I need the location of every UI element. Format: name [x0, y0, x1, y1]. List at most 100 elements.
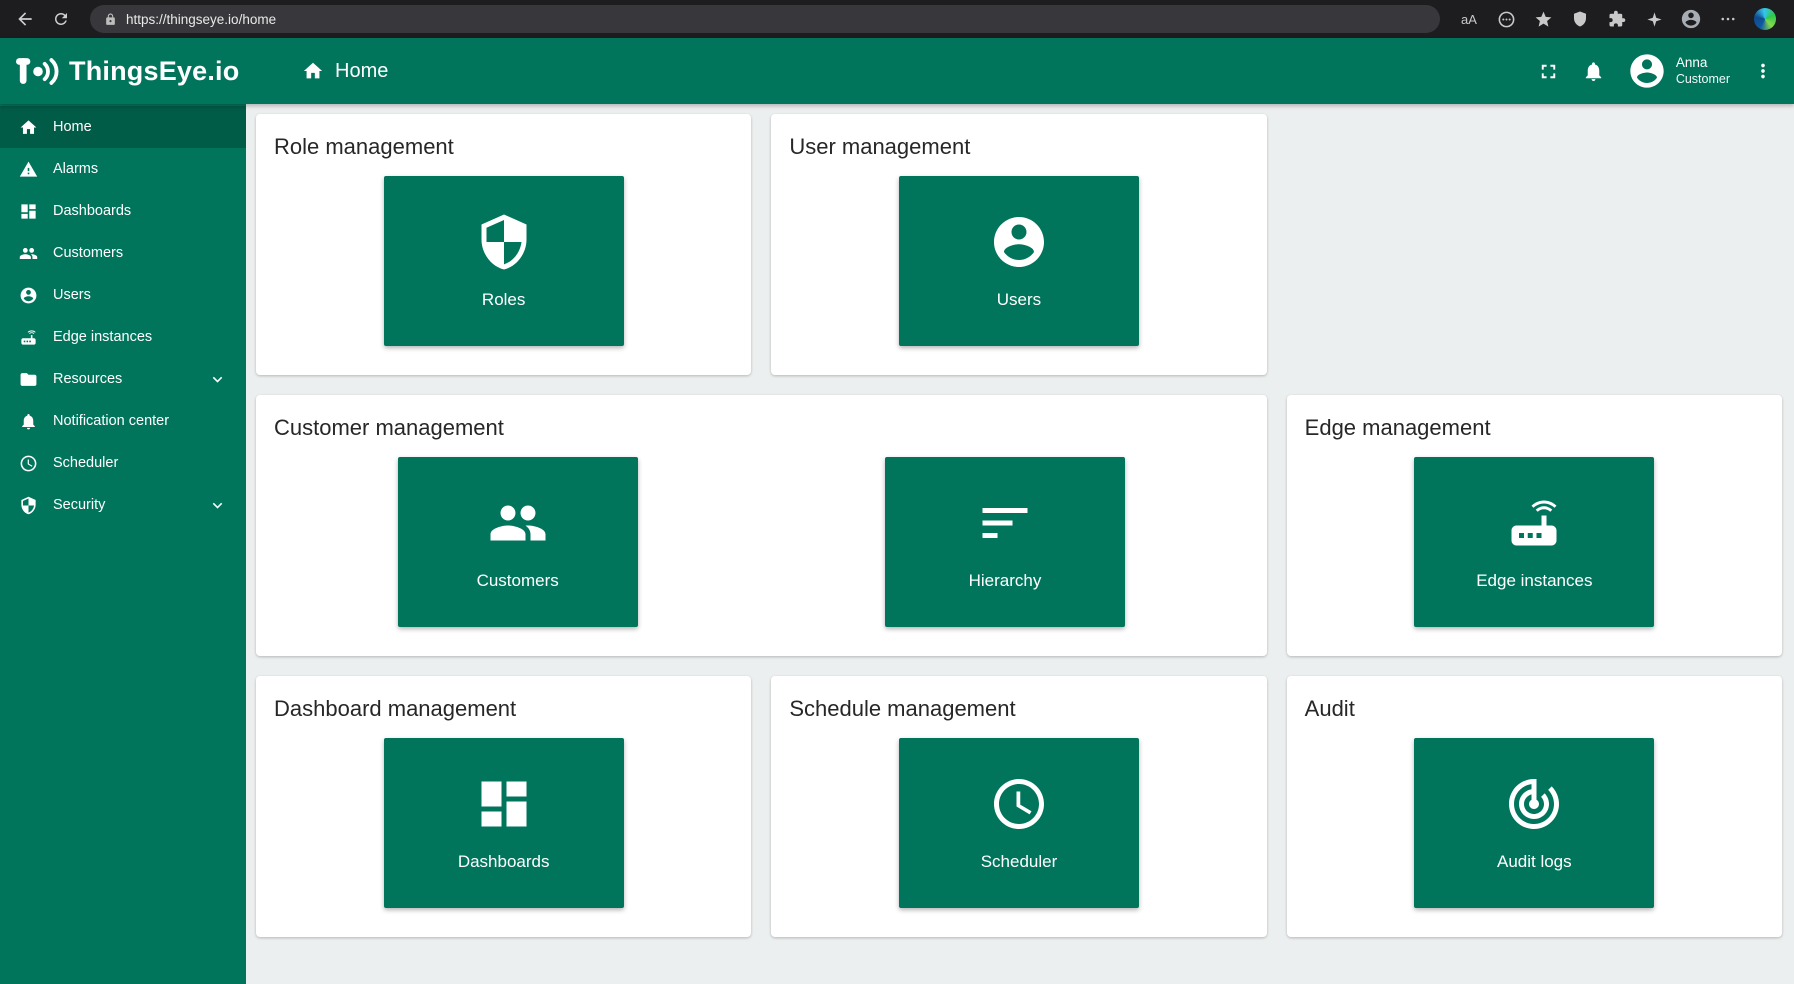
tile-label: Audit logs [1497, 852, 1572, 872]
sidebar-item-resources[interactable]: Resources [0, 358, 246, 400]
main-content: Role management Roles User management Us… [246, 104, 1794, 984]
extension-icon-2[interactable] [1639, 4, 1669, 34]
sidebar-item-label: Users [53, 287, 91, 303]
card-title: Dashboard management [274, 696, 733, 722]
sidebar-item-label: Alarms [53, 161, 98, 177]
tile-customers[interactable]: Customers [398, 457, 638, 627]
notifications-bell-icon[interactable] [1582, 60, 1605, 83]
tile-label: Hierarchy [969, 571, 1042, 591]
url-bar[interactable]: https://thingseye.io/home [90, 5, 1440, 33]
sidebar-item-label: Scheduler [53, 455, 118, 471]
sidebar-item-label: Edge instances [53, 329, 152, 345]
shield-half-icon [474, 212, 534, 272]
sidebar-item-users[interactable]: Users [0, 274, 246, 316]
card-title: Role management [274, 134, 733, 160]
user-avatar [1627, 51, 1667, 91]
sidebar-item-label: Customers [53, 245, 123, 261]
hierarchy-icon [975, 493, 1035, 553]
favorites-star-icon[interactable] [1528, 4, 1558, 34]
more-vert-icon[interactable] [1752, 60, 1774, 82]
clock-icon [19, 454, 38, 473]
sidebar: Home Alarms Dashboards Customers Users E… [0, 104, 246, 984]
tile-label: Roles [482, 290, 525, 310]
router-icon [19, 328, 38, 347]
card-title: Schedule management [789, 696, 1248, 722]
card-role-management: Role management Roles [256, 114, 751, 375]
warning-icon [19, 160, 38, 179]
card-audit: Audit Audit logs [1287, 676, 1782, 937]
page-title: Home [335, 60, 388, 83]
fullscreen-icon[interactable] [1537, 60, 1560, 83]
tile-label: Scheduler [981, 852, 1058, 872]
card-title: Customer management [274, 415, 1249, 441]
clock-icon [989, 774, 1049, 834]
user-role: Customer [1676, 72, 1730, 88]
router-icon [1504, 493, 1564, 553]
dashboard-icon [19, 202, 38, 221]
tile-roles[interactable]: Roles [384, 176, 624, 346]
header-actions: Anna Customer [1537, 51, 1794, 91]
card-edge-management: Edge management Edge instances [1287, 395, 1782, 656]
tile-label: Edge instances [1476, 571, 1592, 591]
browser-toolbar-icons: aA [1454, 4, 1784, 34]
card-dashboard-management: Dashboard management Dashboards [256, 676, 751, 937]
sidebar-item-notification-center[interactable]: Notification center [0, 400, 246, 442]
chevron-down-icon[interactable] [208, 496, 227, 515]
text-size-icon[interactable]: aA [1454, 4, 1484, 34]
sidebar-item-customers[interactable]: Customers [0, 232, 246, 274]
people-icon [19, 244, 38, 263]
app-header: ThingsEye.io Home Anna Customer [0, 38, 1794, 104]
breadcrumb: Home [302, 60, 388, 83]
people-icon [488, 493, 548, 553]
card-grid: Role management Roles User management Us… [256, 114, 1782, 937]
person-circle-icon [19, 286, 38, 305]
card-title: User management [789, 134, 1248, 160]
home-icon [302, 60, 324, 82]
tile-audit-logs[interactable]: Audit logs [1414, 738, 1654, 908]
shield-icon [19, 496, 38, 515]
thingseye-logo-icon [16, 57, 60, 86]
browser-essentials-icon[interactable] [1565, 4, 1595, 34]
tile-label: Customers [477, 571, 559, 591]
card-title: Edge management [1305, 415, 1764, 441]
tile-scheduler[interactable]: Scheduler [899, 738, 1139, 908]
tile-users[interactable]: Users [899, 176, 1139, 346]
sidebar-item-security[interactable]: Security [0, 484, 246, 526]
sidebar-item-label: Notification center [53, 413, 169, 429]
edge-logo[interactable] [1750, 4, 1780, 34]
browser-menu-icon[interactable] [1713, 4, 1743, 34]
person-circle-icon [989, 212, 1049, 272]
chevron-down-icon[interactable] [208, 370, 227, 389]
back-button[interactable] [10, 4, 40, 34]
bell-icon [19, 412, 38, 431]
browser-profile-avatar[interactable] [1676, 4, 1706, 34]
tile-label: Dashboards [458, 852, 550, 872]
site-security-lock-icon[interactable] [104, 13, 117, 26]
tile-dashboards[interactable]: Dashboards [384, 738, 624, 908]
extension-icon-1[interactable] [1602, 4, 1632, 34]
sidebar-item-label: Home [53, 119, 92, 135]
brand-logo[interactable]: ThingsEye.io [0, 56, 262, 87]
sidebar-item-dashboards[interactable]: Dashboards [0, 190, 246, 232]
sidebar-item-label: Dashboards [53, 203, 131, 219]
tile-label: Users [997, 290, 1041, 310]
refresh-button[interactable] [46, 4, 76, 34]
home-icon [19, 118, 38, 137]
card-schedule-management: Schedule management Scheduler [771, 676, 1266, 937]
brand-name: ThingsEye.io [69, 56, 239, 87]
card-title: Audit [1305, 696, 1764, 722]
url-text: https://thingseye.io/home [126, 12, 276, 27]
user-menu[interactable]: Anna Customer [1627, 51, 1730, 91]
tile-edge-instances[interactable]: Edge instances [1414, 457, 1654, 627]
sidebar-item-scheduler[interactable]: Scheduler [0, 442, 246, 484]
sidebar-item-label: Security [53, 497, 105, 513]
card-user-management: User management Users [771, 114, 1266, 375]
track-changes-icon [1504, 774, 1564, 834]
sidebar-item-home[interactable]: Home [0, 106, 246, 148]
sidebar-item-edge-instances[interactable]: Edge instances [0, 316, 246, 358]
browser-chrome: https://thingseye.io/home aA [0, 0, 1794, 38]
sidebar-item-alarms[interactable]: Alarms [0, 148, 246, 190]
reader-mode-icon[interactable] [1491, 4, 1521, 34]
sidebar-item-label: Resources [53, 371, 122, 387]
tile-hierarchy[interactable]: Hierarchy [885, 457, 1125, 627]
